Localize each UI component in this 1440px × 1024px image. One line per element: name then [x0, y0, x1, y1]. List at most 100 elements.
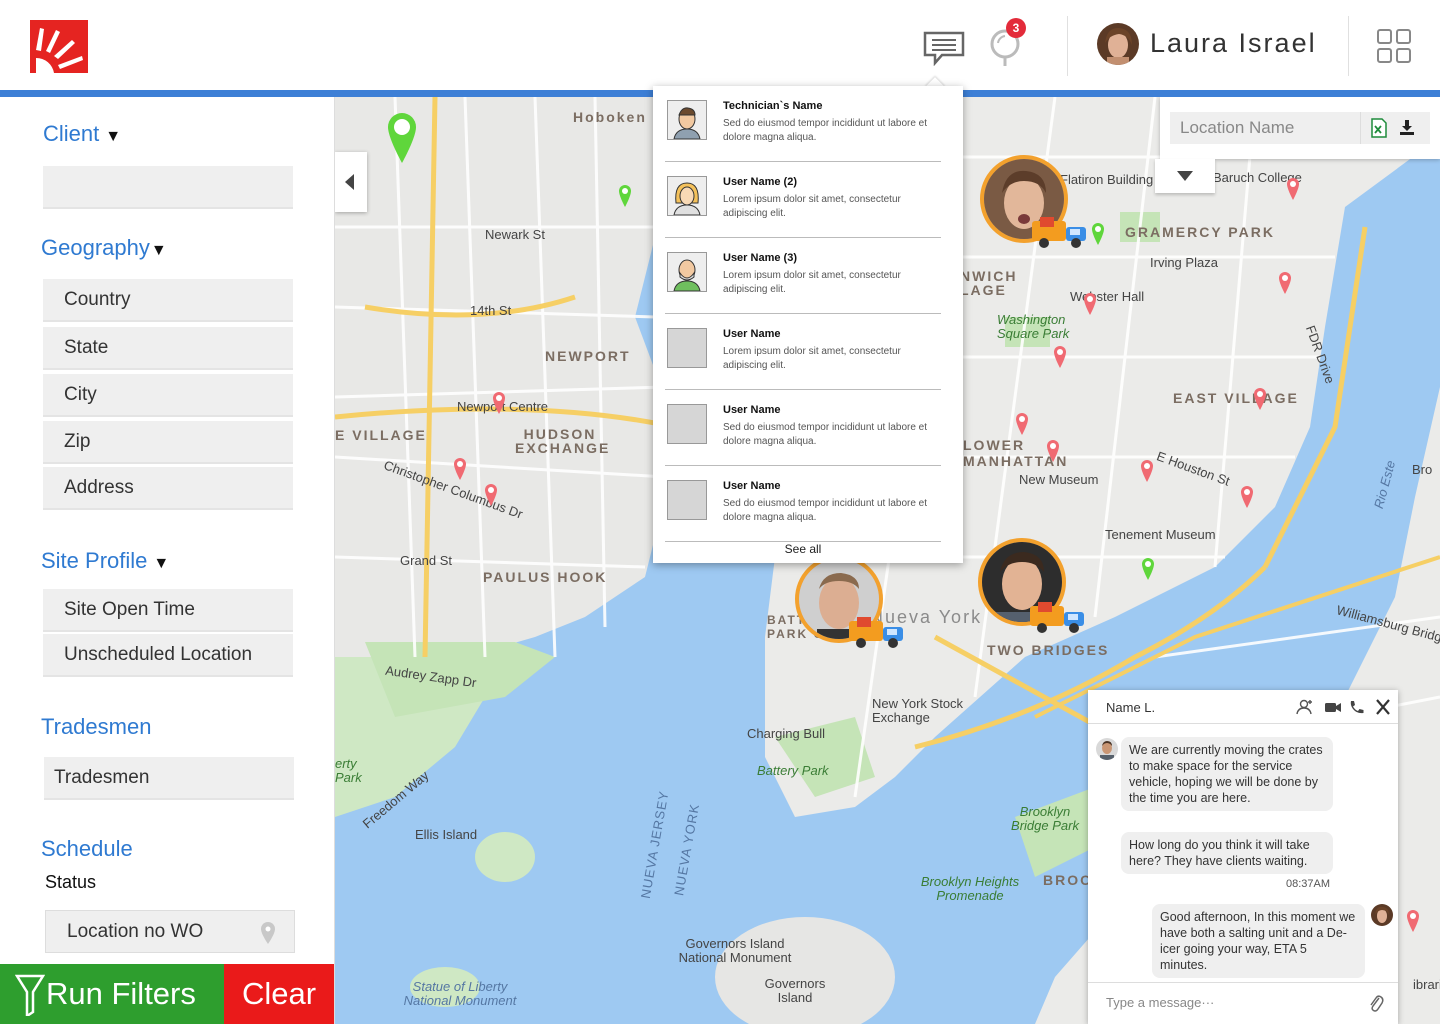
map-pin-green-icon[interactable]: [1091, 222, 1105, 246]
map-pin-red-icon[interactable]: [1053, 345, 1067, 369]
see-all-link[interactable]: See all: [653, 542, 953, 556]
notification-item[interactable]: User Name (3) Lorem ipsum dolor sit amet…: [665, 238, 941, 314]
user-avatar-icon: [667, 176, 707, 216]
country-field[interactable]: Country: [43, 279, 293, 322]
map-label-nyse: New York Stock Exchange: [872, 696, 964, 725]
site-profile-title-text: Site Profile: [41, 548, 148, 573]
map-pin-red-icon[interactable]: [1240, 485, 1254, 509]
notification-sender: Technician`s Name: [723, 100, 823, 112]
chat-window: Name L. We are currently moving the crat…: [1088, 690, 1398, 1024]
service-truck-icon[interactable]: [1028, 602, 1090, 634]
chat-message-input[interactable]: Type a message···: [1106, 995, 1214, 1010]
location-search-panel: Location Name: [1160, 97, 1440, 159]
map-label-bro: Bro: [1412, 462, 1433, 477]
map-pin-red-icon[interactable]: [1140, 459, 1154, 483]
location-name-input[interactable]: Location Name: [1170, 112, 1360, 144]
state-field[interactable]: State: [43, 327, 293, 370]
map-pin-red-icon[interactable]: [1406, 909, 1420, 933]
map-pin-red-icon[interactable]: [1286, 177, 1300, 201]
status-select[interactable]: Location no WO: [45, 910, 295, 953]
notification-item[interactable]: User Name Lorem ipsum dolor sit amet, co…: [665, 314, 941, 390]
map-label-wich-lage: NWICH LAGE: [960, 268, 1018, 298]
caret-down-icon: ▼: [150, 242, 167, 259]
header-divider: [1067, 16, 1068, 76]
apps-grid-icon[interactable]: [1376, 28, 1412, 64]
map-label-governors-island: Governors Island: [764, 976, 826, 1005]
map-pin-red-icon[interactable]: [1015, 412, 1029, 436]
notifications-dropdown: Technician`s Name Sed do eiusmod tempor …: [653, 86, 963, 563]
notification-item[interactable]: User Name Sed do eiusmod tempor incididu…: [665, 466, 941, 542]
client-section-title[interactable]: Client ▼: [43, 121, 121, 147]
user-name[interactable]: Laura Israel: [1150, 28, 1317, 59]
phone-call-icon[interactable]: [1348, 699, 1366, 715]
add-user-icon[interactable]: [1296, 699, 1314, 715]
notification-item[interactable]: User Name Sed do eiusmod tempor incididu…: [665, 390, 941, 466]
chat-contact-name: Name L.: [1106, 700, 1156, 715]
map-pin-red-icon[interactable]: [484, 483, 498, 507]
location-tools: [1360, 112, 1430, 144]
map-label-ellis-island: Ellis Island: [415, 827, 478, 842]
schedule-section-title[interactable]: Schedule: [41, 836, 133, 862]
client-field[interactable]: [43, 166, 293, 209]
map-label-hudson-exchange: HUDSON EXCHANGE: [515, 426, 611, 456]
map-label-new-museum: New Museum: [1019, 472, 1099, 487]
map-pin-red-icon[interactable]: [1046, 439, 1060, 463]
map-pin-red-icon[interactable]: [453, 457, 467, 481]
caret-down-icon: ▼: [153, 555, 170, 572]
chat-input-area: Type a message···: [1088, 982, 1398, 1024]
unscheduled-location-field[interactable]: Unscheduled Location: [43, 634, 293, 677]
map-label-gramercy: GRAMERCY PARK: [1125, 224, 1275, 240]
map-pin-red-icon[interactable]: [1278, 271, 1292, 295]
contact-avatar: [1096, 738, 1118, 760]
notification-item[interactable]: Technician`s Name Sed do eiusmod tempor …: [665, 86, 941, 162]
run-filters-button[interactable]: Run Filters: [0, 964, 224, 1024]
notification-text: Sed do eiusmod tempor incididunt ut labo…: [723, 118, 928, 143]
clear-button[interactable]: Clear: [224, 964, 334, 1024]
site-open-time-field[interactable]: Site Open Time: [43, 589, 293, 632]
city-field[interactable]: City: [43, 374, 293, 417]
status-label: Status: [45, 872, 97, 892]
map-label-east-village: EAST VILLAGE: [1173, 390, 1299, 406]
caret-down-icon: ▼: [105, 128, 122, 145]
zip-field[interactable]: Zip: [43, 421, 293, 464]
notification-count-badge: 3: [1006, 18, 1026, 38]
geography-section-title[interactable]: Geography▼: [41, 235, 167, 261]
map-pin-green-large-icon[interactable]: [387, 112, 417, 164]
placeholder-avatar: [667, 328, 707, 368]
map-label-village: E VILLAGE: [335, 427, 427, 443]
chat-header: Name L.: [1088, 690, 1398, 724]
notification-text: Lorem ipsum dolor sit amet, consectetur …: [723, 194, 901, 219]
map-pin-red-icon[interactable]: [1083, 292, 1097, 316]
map-pin-red-icon[interactable]: [492, 391, 506, 415]
map-label-flatiron: Flatiron Building: [1060, 172, 1154, 187]
collapse-sidebar-button[interactable]: [335, 152, 367, 212]
paperclip-icon[interactable]: [1368, 993, 1384, 1013]
notification-sender: User Name: [723, 404, 781, 416]
notification-text: Sed do eiusmod tempor incididunt ut labo…: [723, 498, 928, 523]
map-label-washington: Washington Square Park: [997, 312, 1070, 341]
address-field[interactable]: Address: [43, 467, 293, 510]
chat-message-incoming: How long do you think it will take here?…: [1121, 832, 1333, 874]
tradesmen-field[interactable]: Tradesmen: [44, 757, 294, 800]
tradesmen-section-title[interactable]: Tradesmen: [41, 714, 151, 740]
download-icon[interactable]: [1399, 119, 1415, 135]
notification-sender: User Name (3): [723, 252, 797, 264]
map-pin-green-icon[interactable]: [1141, 557, 1155, 581]
close-icon[interactable]: [1374, 699, 1392, 715]
technician-avatar-icon: [667, 100, 707, 140]
company-logo: [30, 20, 88, 73]
caret-down-icon: [1177, 171, 1193, 181]
messages-icon[interactable]: [922, 30, 966, 66]
excel-export-icon[interactable]: [1371, 118, 1387, 138]
video-call-icon[interactable]: [1324, 699, 1342, 715]
site-profile-section-title[interactable]: Site Profile ▼: [41, 548, 169, 574]
service-truck-icon[interactable]: [1030, 217, 1092, 249]
notification-item[interactable]: User Name (2) Lorem ipsum dolor sit amet…: [665, 162, 941, 238]
map-label-webster: Webster Hall: [1070, 289, 1145, 304]
map-pin-green-icon[interactable]: [618, 184, 632, 208]
user-avatar[interactable]: [1097, 23, 1139, 65]
location-dropdown-toggle[interactable]: [1155, 159, 1215, 193]
notification-text: Lorem ipsum dolor sit amet, consectetur …: [723, 346, 901, 371]
map-pin-red-icon[interactable]: [1253, 387, 1267, 411]
service-truck-icon[interactable]: [847, 617, 909, 649]
